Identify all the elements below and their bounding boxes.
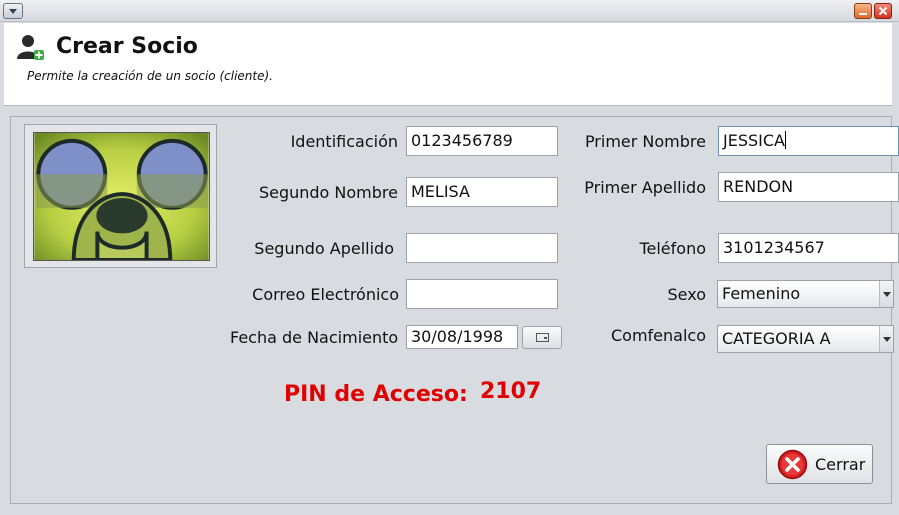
fecha-nacimiento-label: Fecha de Nacimiento <box>230 328 399 347</box>
correo-label: Correo Electrónico <box>252 285 399 304</box>
pin-label: PIN de Acceso: <box>284 382 468 407</box>
calendar-button[interactable] <box>522 326 562 349</box>
calendar-icon <box>536 333 549 342</box>
member-photo[interactable] <box>33 132 210 261</box>
close-button[interactable]: Cerrar <box>766 444 873 484</box>
fecha-nacimiento-field[interactable]: 30/08/1998 <box>406 325 518 349</box>
close-button-label: Cerrar <box>815 455 866 474</box>
primer-nombre-label: Primer Nombre <box>584 132 706 151</box>
primer-nombre-value: JESSICA <box>723 131 785 150</box>
add-user-icon <box>17 35 44 60</box>
chevron-down-icon[interactable] <box>879 281 893 307</box>
primer-apellido-field[interactable]: RENDON <box>718 172 899 202</box>
primer-apellido-label: Primer Apellido <box>584 178 706 197</box>
segundo-nombre-field[interactable]: MELISA <box>406 177 558 207</box>
comfenalco-label: Comfenalco <box>611 326 706 345</box>
page-title: Crear Socio <box>56 34 198 59</box>
sexo-value: Femenino <box>722 284 801 303</box>
comfenalco-select[interactable]: CATEGORIA A <box>717 325 894 353</box>
segundo-apellido-label: Segundo Apellido <box>254 239 394 258</box>
identificacion-label: Identificación <box>290 132 398 151</box>
minimize-icon[interactable] <box>854 3 872 19</box>
telefono-label: Teléfono <box>639 239 706 258</box>
correo-field[interactable] <box>406 279 558 309</box>
segundo-apellido-field[interactable] <box>406 233 558 263</box>
sexo-select[interactable]: Femenino <box>717 280 894 308</box>
sexo-label: Sexo <box>667 285 706 304</box>
identificacion-field[interactable]: 0123456789 <box>406 126 558 156</box>
chevron-down-icon[interactable] <box>879 326 893 352</box>
window-menu-icon[interactable] <box>3 3 23 19</box>
segundo-nombre-label: Segundo Nombre <box>258 183 398 202</box>
close-window-icon[interactable] <box>874 3 892 19</box>
comfenalco-value: CATEGORIA A <box>722 329 831 348</box>
text-caret <box>784 131 786 149</box>
window-title-bar <box>0 0 899 22</box>
dialog-header: Crear Socio Permite la creación de un so… <box>4 23 892 106</box>
telefono-field[interactable]: 3101234567 <box>718 233 899 263</box>
close-icon <box>777 449 808 480</box>
page-subtitle: Permite la creación de un socio (cliente… <box>27 69 273 83</box>
primer-nombre-field[interactable]: JESSICA <box>718 126 899 156</box>
pin-value: 2107 <box>480 379 542 404</box>
